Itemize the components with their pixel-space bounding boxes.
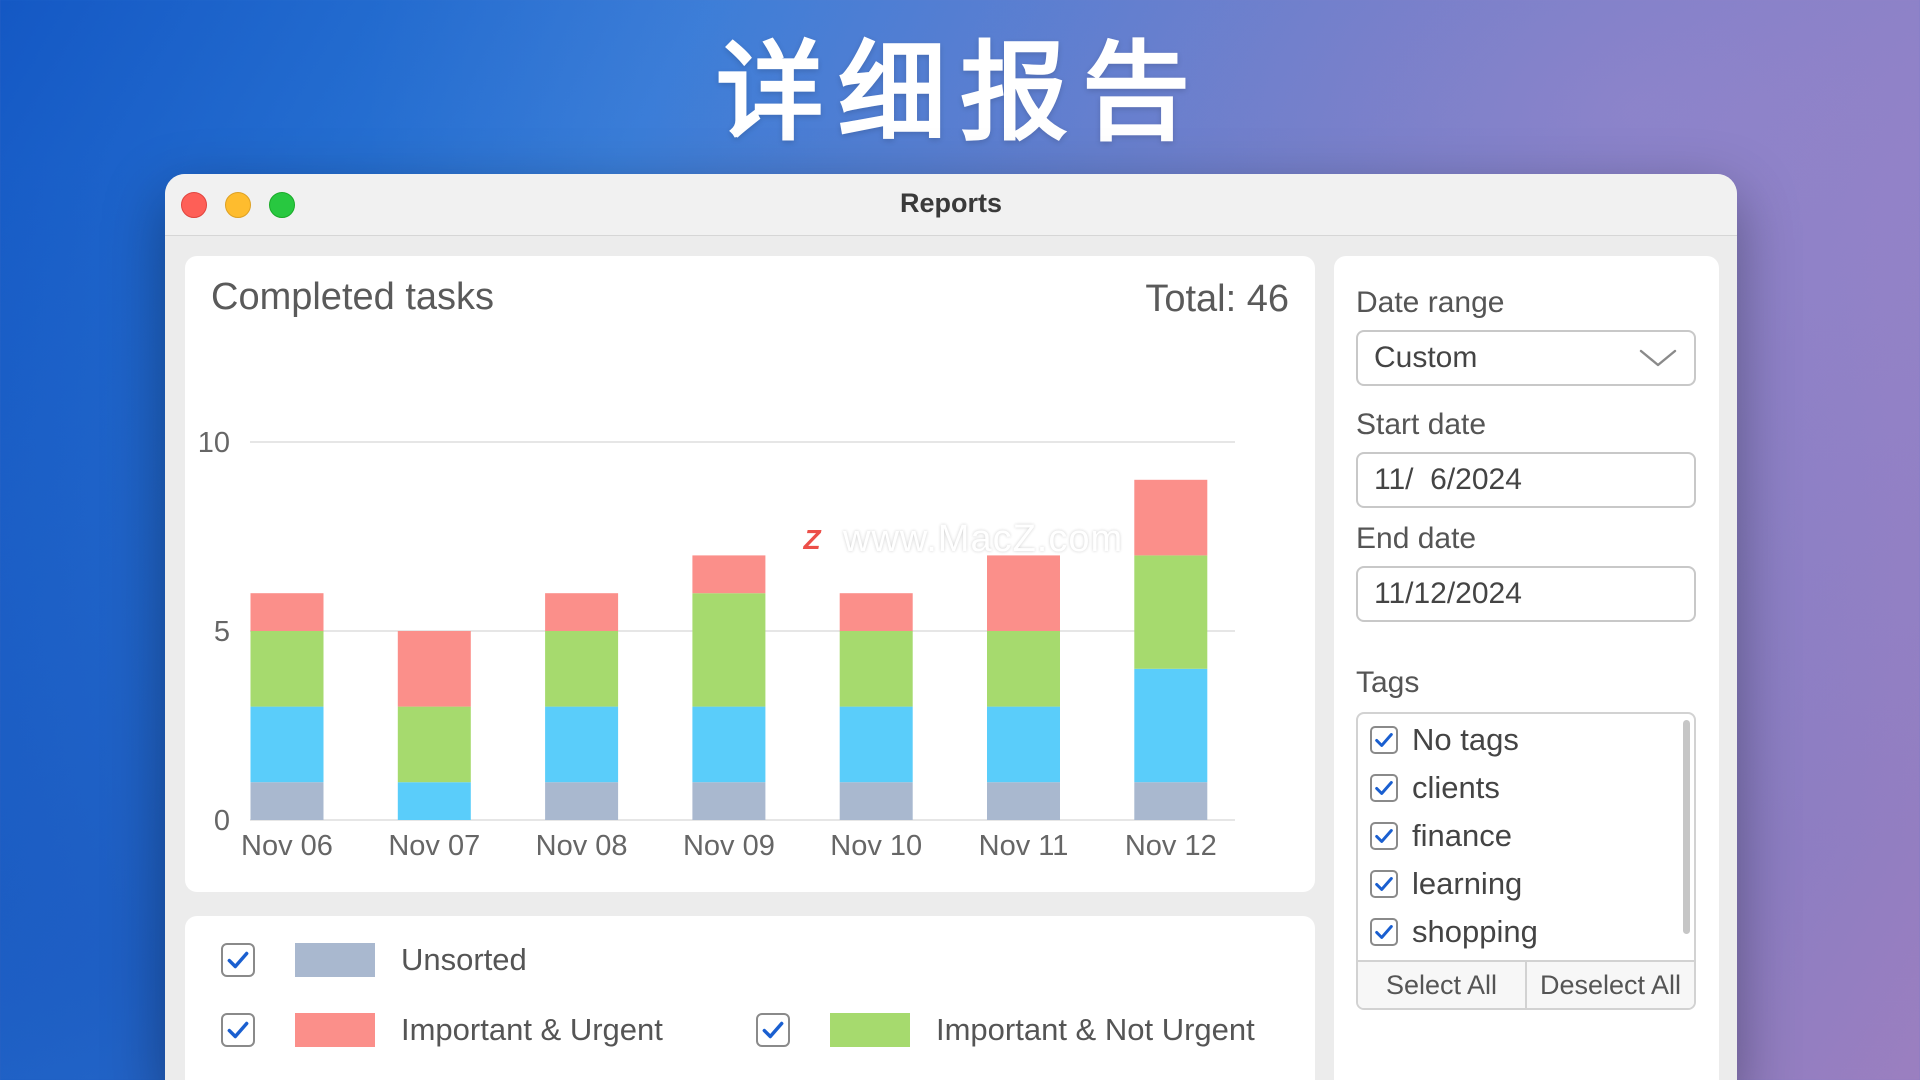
tag-item-shopping[interactable]: shopping	[1370, 914, 1538, 950]
legend-swatch	[830, 1013, 910, 1047]
tag-checkbox[interactable]	[1370, 774, 1398, 802]
chevron-down-icon	[1639, 349, 1677, 367]
tags-scrollbar[interactable]	[1683, 720, 1690, 934]
window-title: Reports	[899, 188, 1002, 218]
start-date-field[interactable]: 11/ 6/2024	[1356, 452, 1696, 508]
bar-segment	[1134, 479, 1208, 556]
bar-segment	[1134, 668, 1208, 783]
y-tick-label: 0	[214, 805, 230, 837]
legend-label: Unsorted	[401, 942, 527, 977]
legend-label: Important & Urgent	[401, 1012, 663, 1047]
bar-segment	[839, 593, 913, 631]
end-date-value: 11/12/2024	[1374, 577, 1522, 610]
x-tick-label: Nov 06	[241, 830, 333, 862]
tag-checkbox[interactable]	[1370, 918, 1398, 946]
tag-item-finance[interactable]: finance	[1370, 818, 1512, 854]
bar-segment	[545, 631, 619, 707]
x-tick-label: Nov 07	[388, 830, 480, 862]
checkmark-icon	[1375, 781, 1393, 795]
legend-item-unsorted: Unsorted	[221, 942, 527, 978]
stacked-bar-chart: 0 5 10 Nov 06 Nov 07 Nov 08 Nov 09 Nov 10 Nov 11…	[198, 427, 1235, 862]
chart-card: Completed tasks Total: 46 0 5 10 Nov 06 Nov …	[185, 256, 1315, 892]
legend-swatch	[295, 943, 375, 977]
hero-title: 详细报告	[715, 31, 1204, 156]
bar-segment	[692, 593, 766, 707]
x-tick-label: Nov 09	[683, 830, 775, 862]
bar-segment	[250, 631, 324, 707]
end-date-label: End date	[1356, 522, 1477, 555]
legend-checkbox-important-not-urgent[interactable]	[756, 1013, 790, 1047]
tag-item-no-tags[interactable]: No tags	[1370, 722, 1519, 758]
bar-segment	[545, 782, 619, 820]
bar-segment	[987, 555, 1060, 631]
checkmark-icon	[227, 1021, 249, 1039]
date-range-value: Custom	[1374, 341, 1478, 374]
tag-checkbox[interactable]	[1370, 822, 1398, 850]
bar-segment	[1134, 782, 1208, 820]
x-tick-label: Nov 08	[536, 830, 628, 862]
date-range-select[interactable]: Custom	[1356, 330, 1696, 386]
filter-sidebar: Date range Custom Start date 11/ 6/2024 …	[1334, 256, 1719, 1080]
tags-label: Tags	[1356, 666, 1420, 699]
y-tick-label: 10	[198, 427, 230, 459]
checkmark-icon	[227, 951, 249, 969]
bar-segment	[250, 706, 324, 783]
legend-label: Important & Not Urgent	[936, 1012, 1255, 1047]
bar-segment	[839, 631, 913, 707]
bar-segment	[987, 631, 1060, 707]
bar-segment	[397, 782, 471, 820]
tag-label: learning	[1412, 866, 1523, 901]
checkmark-icon	[1375, 733, 1393, 747]
bar-segment	[250, 593, 324, 631]
legend-checkbox-unsorted[interactable]	[221, 943, 255, 977]
bar-segment	[545, 593, 619, 631]
checkmark-icon	[1375, 925, 1393, 939]
x-tick-label: Nov 11	[979, 830, 1069, 862]
legend-card: Unsorted Important & Urgent Important & …	[185, 916, 1315, 1080]
bar-segment	[397, 631, 471, 707]
tag-label: shopping	[1412, 914, 1538, 949]
bar-segment	[987, 706, 1060, 783]
bar-segment	[250, 782, 324, 820]
tag-checkbox[interactable]	[1370, 870, 1398, 898]
bar-segment	[987, 782, 1060, 820]
select-all-button[interactable]: Select All	[1358, 962, 1527, 1008]
watermark-text: www.MacZ.com	[843, 518, 1124, 560]
tag-label: finance	[1412, 818, 1512, 853]
legend-item-important-not-urgent: Important & Not Urgent	[756, 1012, 1255, 1048]
bar-segment	[692, 782, 766, 820]
tag-label: No tags	[1412, 722, 1519, 757]
checkmark-icon	[1375, 877, 1393, 891]
deselect-all-button[interactable]: Deselect All	[1527, 962, 1694, 1008]
legend-item-important-urgent: Important & Urgent	[221, 1012, 663, 1048]
tag-label: clients	[1412, 770, 1500, 805]
legend-swatch	[295, 1013, 375, 1047]
end-date-field[interactable]: 11/12/2024	[1356, 566, 1696, 622]
date-range-label: Date range	[1356, 286, 1505, 319]
title-bar[interactable]: Reports	[165, 174, 1737, 236]
reports-window: Reports Completed tasks Total: 46 0 5 10 No…	[165, 174, 1737, 1080]
watermark: Z www.MacZ.com	[793, 518, 1123, 561]
watermark-logo: Z	[793, 520, 831, 559]
bar-segment	[839, 782, 913, 820]
bar-segment	[397, 706, 471, 783]
tag-item-clients[interactable]: clients	[1370, 770, 1500, 806]
start-date-label: Start date	[1356, 408, 1487, 441]
x-tick-label: Nov 12	[1125, 830, 1217, 862]
bar-segment	[1134, 555, 1208, 669]
start-date-value: 11/ 6/2024	[1374, 463, 1522, 496]
checkmark-icon	[1375, 829, 1393, 843]
tags-list[interactable]: No tags clients finance learning shoppin…	[1356, 712, 1696, 1010]
bar-segment	[692, 555, 766, 594]
bar-segment	[839, 706, 913, 783]
legend-checkbox-important-urgent[interactable]	[221, 1013, 255, 1047]
tag-item-learning[interactable]: learning	[1370, 866, 1522, 902]
tag-buttons: Select All Deselect All	[1358, 960, 1694, 1008]
y-tick-label: 5	[214, 616, 230, 648]
tag-checkbox[interactable]	[1370, 726, 1398, 754]
checkmark-icon	[762, 1021, 784, 1039]
x-tick-label: Nov 10	[830, 830, 922, 862]
bar-segment	[545, 706, 619, 783]
bar-segment	[692, 706, 766, 783]
